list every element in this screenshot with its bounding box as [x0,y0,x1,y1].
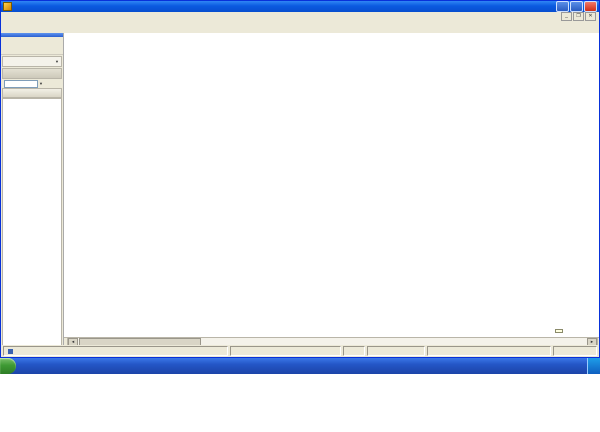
sidebar-toolbar [1,37,63,55]
maximize-button[interactable] [570,1,583,12]
taskbar [0,358,600,374]
map-list-header[interactable] [2,88,62,98]
cursor-readout [555,329,563,333]
mdi-minimize-button[interactable]: _ [561,12,572,21]
map-list [2,98,62,346]
status-cursor [427,346,551,356]
mdi-close-button[interactable]: ✕ [585,12,596,21]
map-3d-view: ◄ ► [64,33,599,347]
filter-input[interactable] [4,79,38,88]
sidebar: ▼ ▼ [1,33,64,347]
app-icon [3,2,12,11]
minimize-button[interactable] [556,1,569,12]
chevron-down-icon: ▼ [39,81,43,86]
mdi-restore-button[interactable]: ❐ [573,12,584,21]
statusbar [1,345,599,357]
system-tray [587,358,600,374]
clipboard-chip-icon [8,348,13,354]
status-module [367,346,425,356]
status-width [553,346,597,356]
status-clipboard [3,346,228,356]
titlebar[interactable] [1,1,599,12]
status-ad [343,346,365,356]
screen: _ ❐ ✕ ▼ ▼ ◄ ► [0,0,600,374]
status-checksum [230,346,341,356]
panel-title [2,68,62,79]
close-button[interactable] [584,1,597,12]
winols-window: _ ❐ ✕ ▼ ▼ ◄ ► [0,0,600,358]
session-selector[interactable]: ▼ [2,56,62,67]
filter-row: ▼ [1,79,63,88]
surface-plot[interactable] [64,33,600,338]
start-button[interactable] [0,358,16,374]
chevron-down-icon: ▼ [55,59,59,64]
